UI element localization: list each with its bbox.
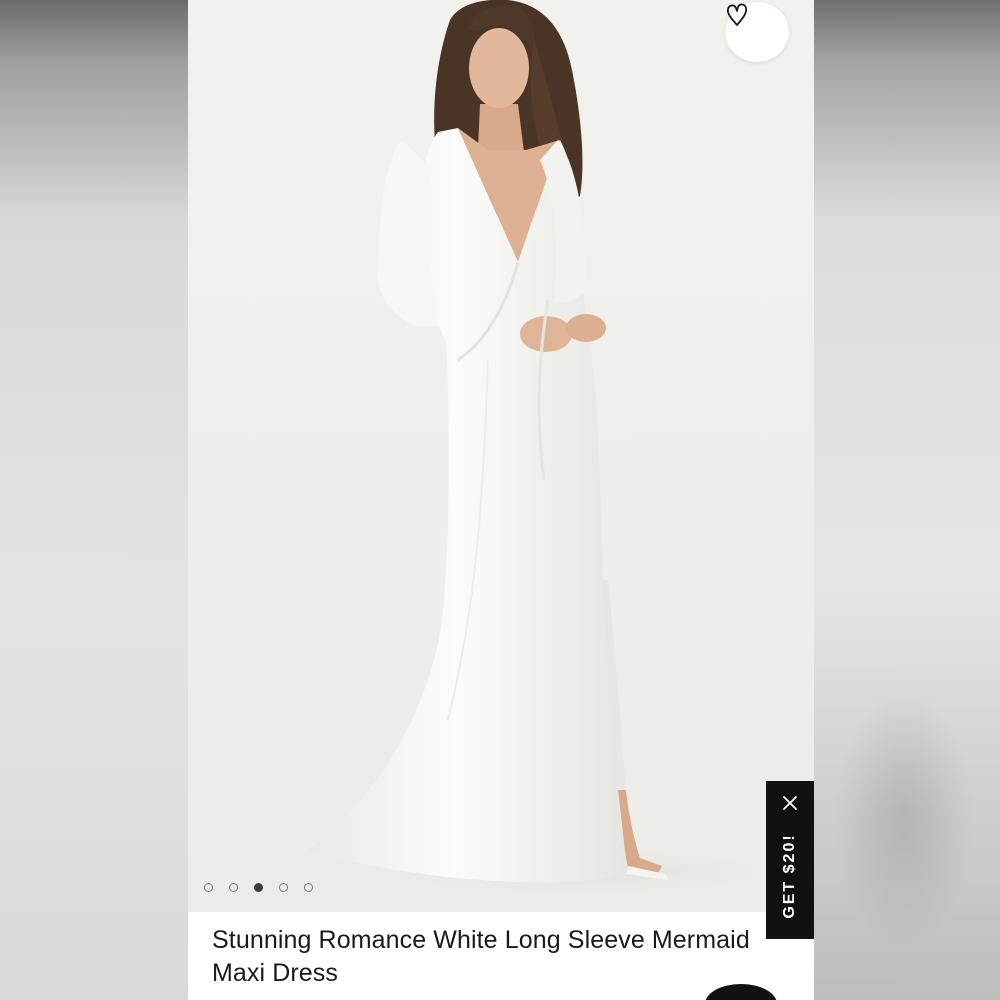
gallery-dot-4[interactable] <box>279 883 288 892</box>
gallery-dot-5[interactable] <box>304 883 313 892</box>
gallery-pagination <box>204 883 313 892</box>
gallery-dot-2[interactable] <box>229 883 238 892</box>
promo-label: GET $20! <box>781 833 798 919</box>
blurred-backdrop-right <box>814 0 1000 1000</box>
phone-screen: Stunning Romance White Long Sleeve Merma… <box>188 0 814 1000</box>
favorite-button[interactable] <box>725 2 789 62</box>
product-image-gallery[interactable] <box>188 0 814 912</box>
promo-tab[interactable]: GET $20! <box>766 781 814 939</box>
product-info: Stunning Romance White Long Sleeve Merma… <box>188 912 814 1000</box>
heart-outline-icon <box>726 3 748 26</box>
close-icon[interactable] <box>780 793 800 813</box>
gallery-dot-3-active[interactable] <box>254 883 263 892</box>
product-photo <box>308 0 814 898</box>
gallery-dot-1[interactable] <box>204 883 213 892</box>
screenshot-frame: Stunning Romance White Long Sleeve Merma… <box>0 0 1000 1000</box>
product-title: Stunning Romance White Long Sleeve Merma… <box>212 926 750 987</box>
blurred-backdrop-left <box>0 0 188 1000</box>
